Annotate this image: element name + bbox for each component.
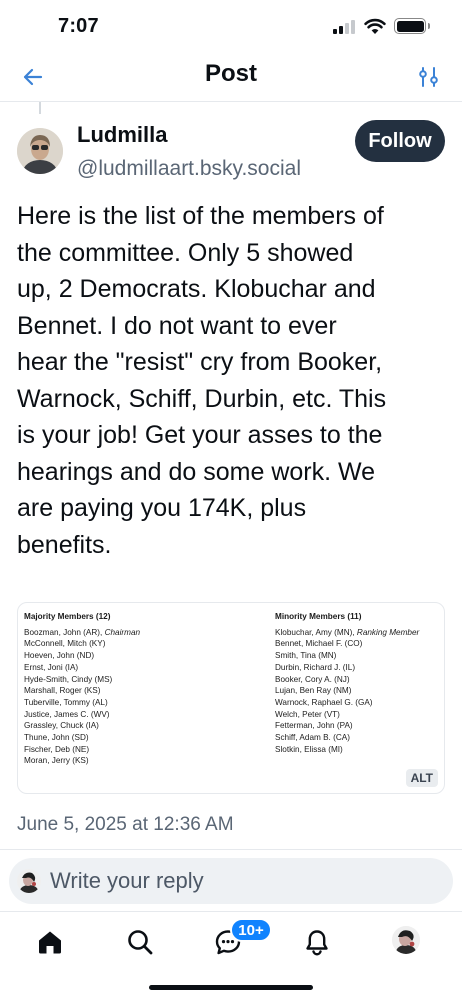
tab-profile[interactable] <box>392 926 420 954</box>
minority-member-row: Slotkin, Elissa (MI) <box>275 744 444 756</box>
status-bar: 7:07 <box>0 0 462 56</box>
profile-avatar <box>392 926 420 954</box>
author-handle[interactable]: @ludmillaart.bsky.social <box>77 157 301 181</box>
author-avatar[interactable] <box>17 128 63 174</box>
minority-member-row: Welch, Peter (VT) <box>275 709 444 721</box>
member-name: Warnock, Raphael G. (GA) <box>275 697 373 707</box>
minority-member-row: Durbin, Richard J. (IL) <box>275 662 444 674</box>
member-name: Fischer, Deb (NE) <box>24 744 90 754</box>
minority-member-row: Klobuchar, Amy (MN), Ranking Member <box>275 627 444 639</box>
majority-member-row: Justice, James C. (WV) <box>24 709 224 721</box>
minority-member-row: Schiff, Adam B. (CA) <box>275 732 444 744</box>
post-timestamp: June 5, 2025 at 12:36 AM <box>17 814 234 835</box>
member-name: Welch, Peter (VT) <box>275 709 340 719</box>
reply-input[interactable]: Write your reply <box>9 858 453 904</box>
majority-member-row: Hoeven, John (ND) <box>24 650 224 662</box>
majority-header: Majority Members (12) <box>24 612 111 621</box>
minority-member-row: Bennet, Michael F. (CO) <box>275 638 444 650</box>
member-name: McConnell, Mitch (KY) <box>24 639 106 649</box>
minority-header: Minority Members (11) <box>275 612 362 621</box>
sliders-icon <box>419 67 438 87</box>
member-name: Fetterman, John (PA) <box>275 721 353 731</box>
minority-member-row: Smith, Tina (MN) <box>275 650 444 662</box>
majority-member-row: Grassley, Chuck (IA) <box>24 720 224 732</box>
author-name[interactable]: Ludmilla <box>77 122 167 148</box>
majority-member-row: Marshall, Roger (KS) <box>24 685 224 697</box>
minority-member-row: Fetterman, John (PA) <box>275 720 444 732</box>
member-name: Bennet, Michael F. (CO) <box>275 639 363 649</box>
member-name: Grassley, Chuck (IA) <box>24 721 99 731</box>
status-time: 7:07 <box>58 15 99 37</box>
majority-members-list: Majority Members (12) Boozman, John (AR)… <box>24 611 224 767</box>
tab-home[interactable] <box>33 925 67 959</box>
post-text-line: Bennet. I do not want to ever <box>17 311 337 340</box>
post-text-line: Warnock, Schiff, Durbin, etc. This <box>17 384 387 413</box>
member-name: Durbin, Richard J. (IL) <box>275 662 356 672</box>
majority-member-row: McConnell, Mitch (KY) <box>24 638 224 650</box>
page-title: Post <box>204 60 257 87</box>
bell-icon <box>306 930 328 956</box>
member-name: Justice, James C. (WV) <box>24 709 110 719</box>
post-text-line: Here is the list of the members of <box>17 202 384 230</box>
member-name: Lujan, Ben Ray (NM) <box>275 686 352 696</box>
majority-member-row: Hyde-Smith, Cindy (MS) <box>24 674 224 686</box>
post-text-line: up, 2 Democrats. Klobuchar and <box>17 275 376 303</box>
member-name: Marshall, Roger (KS) <box>24 686 101 696</box>
minority-member-row: Booker, Cory A. (NJ) <box>275 674 444 686</box>
minority-member-row: Lujan, Ben Ray (NM) <box>275 685 444 697</box>
thread-settings-button[interactable] <box>414 62 444 92</box>
member-name: Booker, Cory A. (NJ) <box>275 674 350 684</box>
member-name: Tuberville, Tommy (AL) <box>24 697 108 707</box>
notification-badge: 10+ <box>230 918 272 942</box>
search-icon <box>128 930 153 955</box>
member-name: Ernst, Joni (IA) <box>24 662 79 672</box>
member-name: Thune, John (SD) <box>24 733 89 743</box>
majority-member-row: Tuberville, Tommy (AL) <box>24 697 224 709</box>
post-text-line: the committee. Only 5 showed <box>17 238 354 267</box>
post-text-line: are paying you 174K, plus <box>17 494 307 522</box>
member-name: Hyde-Smith, Cindy (MS) <box>24 674 113 684</box>
member-name: Klobuchar, Amy (MN), <box>275 627 355 637</box>
wifi-icon <box>364 18 386 34</box>
member-name: Boozman, John (AR), <box>24 627 103 637</box>
battery-icon <box>394 18 430 34</box>
follow-button[interactable]: Follow <box>355 120 445 162</box>
signal-icon <box>333 20 357 34</box>
my-avatar <box>17 869 41 893</box>
majority-member-row: Thune, John (SD) <box>24 732 224 744</box>
home-icon <box>39 931 61 954</box>
member-name: Hoeven, John (ND) <box>24 651 95 661</box>
majority-member-row: Boozman, John (AR), Chairman <box>24 627 224 639</box>
post-text-line: is your job! Get your asses to the <box>17 421 383 449</box>
minority-members-list: Minority Members (11) Klobuchar, Amy (MN… <box>275 611 444 756</box>
alt-text-badge[interactable]: ALT <box>405 769 438 787</box>
reply-placeholder: Write your reply <box>50 868 204 893</box>
post-text: Here is the list of the members of the co… <box>17 198 447 563</box>
member-name: Slotkin, Elissa (MI) <box>275 744 343 754</box>
tab-notifications[interactable] <box>300 925 334 959</box>
post-text-line: benefits. <box>17 530 112 559</box>
home-indicator <box>149 985 313 990</box>
member-role: Ranking Member <box>356 627 420 637</box>
majority-member-row: Ernst, Joni (IA) <box>24 662 224 674</box>
post-text-line: hearings and do some work. We <box>17 457 376 486</box>
member-name: Moran, Jerry (KS) <box>24 756 89 766</box>
embedded-image[interactable]: Majority Members (12) Boozman, John (AR)… <box>17 602 445 794</box>
tab-search[interactable] <box>123 925 157 959</box>
minority-member-row: Warnock, Raphael G. (GA) <box>275 697 444 709</box>
member-role: Chairman <box>104 627 141 637</box>
majority-member-row: Fischer, Deb (NE) <box>24 744 224 756</box>
thread-connector-line <box>39 102 41 114</box>
member-name: Smith, Tina (MN) <box>275 651 337 661</box>
member-name: Schiff, Adam B. (CA) <box>275 733 350 743</box>
post-header: Post <box>0 56 462 102</box>
post-text-line: hear the "resist" cry from Booker, <box>17 348 383 376</box>
divider <box>0 849 462 850</box>
majority-member-row: Moran, Jerry (KS) <box>24 755 224 767</box>
